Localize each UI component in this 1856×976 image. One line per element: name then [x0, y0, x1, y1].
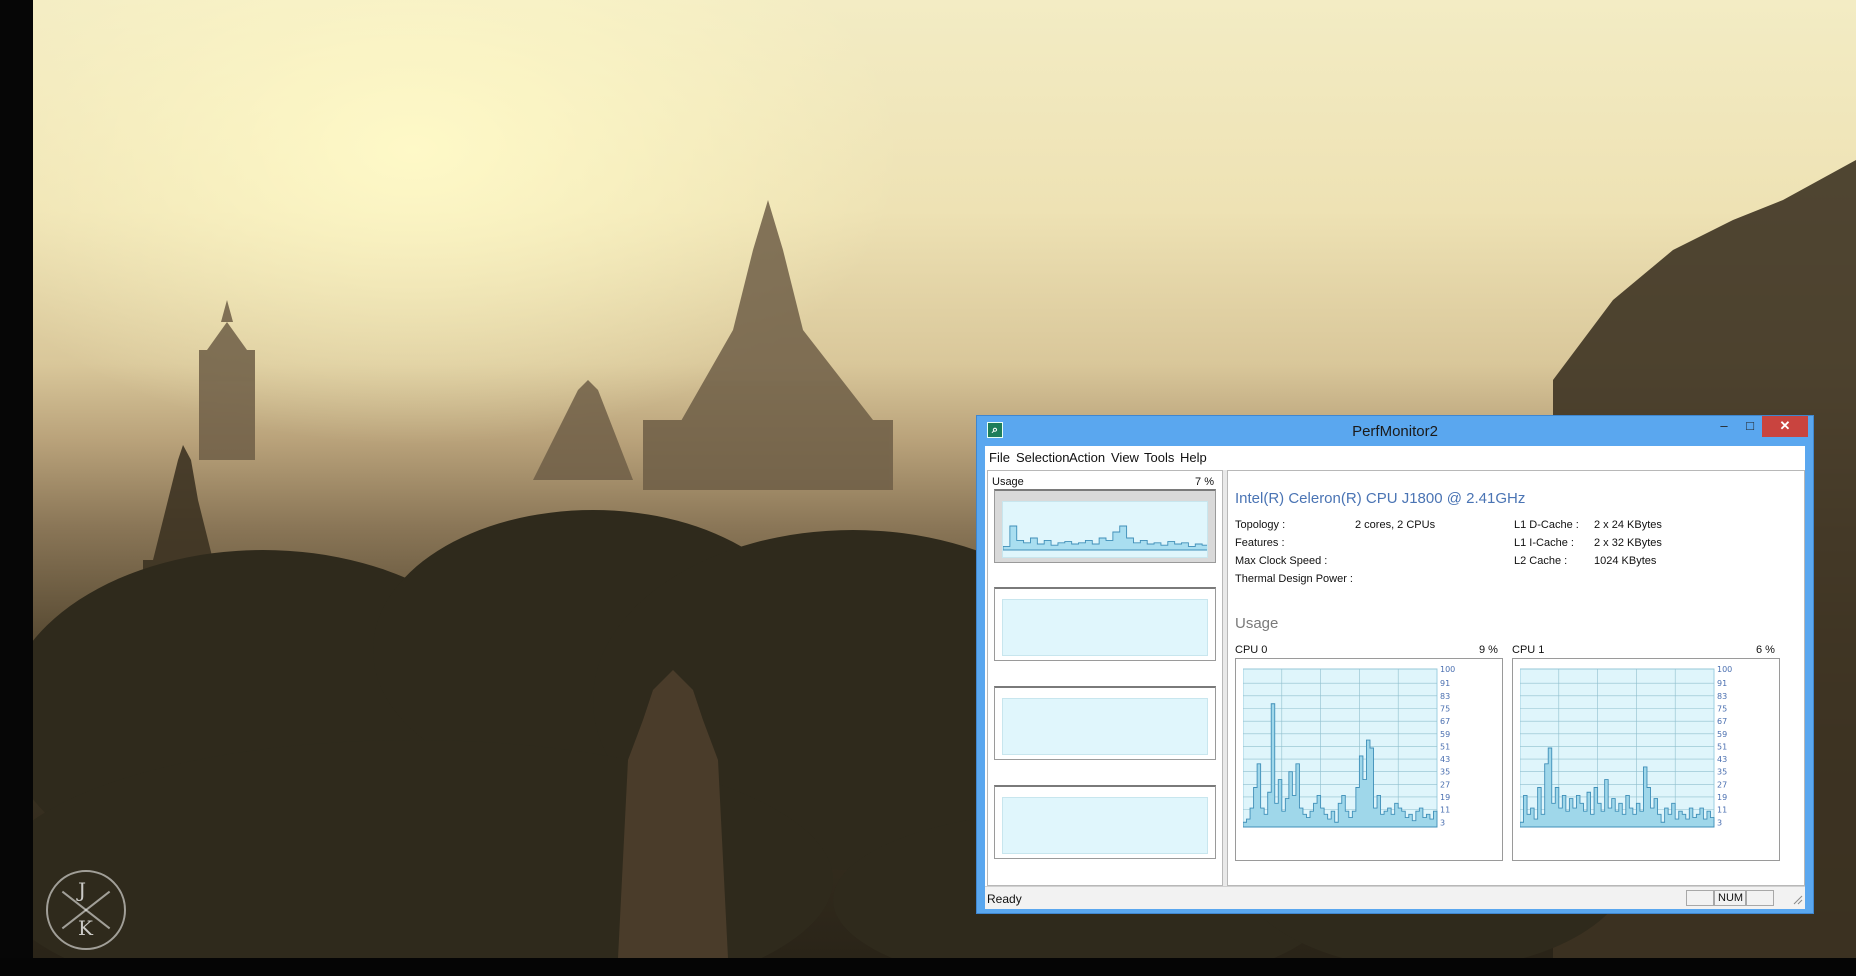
perfmonitor-window[interactable]: ⌕ PerfMonitor2 – □ ✕ File Selection Acti… [976, 415, 1814, 914]
y-tick-label: 75 [1717, 705, 1727, 714]
screen-left-edge [0, 0, 33, 976]
y-tick-label: 59 [1717, 730, 1727, 739]
y-tick-label: 11 [1717, 806, 1727, 815]
cpu-thumbnail-3[interactable] [994, 785, 1216, 859]
y-tick-label: 67 [1440, 717, 1450, 726]
y-tick-label: 3 [1717, 818, 1722, 827]
screen-bottom-edge [0, 958, 1856, 976]
thumbnail-graph-area [1002, 797, 1208, 854]
y-tick-label: 27 [1440, 780, 1450, 789]
y-tick-label: 11 [1440, 806, 1450, 815]
status-text: Ready [987, 892, 1022, 906]
cpu-thumbnail-1[interactable] [994, 587, 1216, 661]
menu-file[interactable]: File [989, 450, 1010, 465]
y-tick-label: 100 [1440, 666, 1455, 674]
usage-value: 7 % [1195, 476, 1214, 488]
cpu0-value: 9 % [1479, 644, 1498, 656]
menu-action[interactable]: Action [1069, 450, 1105, 465]
y-tick-label: 27 [1717, 780, 1727, 789]
y-tick-label: 59 [1440, 730, 1450, 739]
resize-grip-icon[interactable] [1791, 893, 1803, 905]
y-tick-label: 3 [1440, 818, 1445, 827]
usage-section-title: Usage [1235, 615, 1279, 632]
menu-tools[interactable]: Tools [1144, 450, 1174, 465]
cpu-detail-pane: Intel(R) Celeron(R) CPU J1800 @ 2.41GHz … [1227, 470, 1805, 886]
y-tick-label: 91 [1440, 679, 1450, 688]
status-bar: Ready NUM [985, 886, 1805, 909]
num-lock-indicator: NUM [1714, 890, 1746, 906]
y-tick-label: 43 [1440, 755, 1450, 764]
usage-label: Usage [992, 476, 1024, 488]
cpu0-label: CPU 0 [1235, 644, 1268, 656]
status-cell-empty [1686, 890, 1714, 906]
jk-logo-icon: JK [46, 870, 126, 950]
y-tick-label: 51 [1440, 742, 1450, 751]
l2-cache-label: L2 Cache : [1514, 555, 1568, 567]
y-tick-label: 35 [1717, 768, 1727, 777]
l1d-cache-label: L1 D-Cache : [1514, 519, 1579, 531]
cpu-thumbnail-2[interactable] [994, 686, 1216, 760]
y-tick-label: 75 [1440, 705, 1450, 714]
cpu1-value: 6 % [1756, 644, 1775, 656]
topology-value: 2 cores, 2 CPUs [1355, 519, 1436, 531]
l1i-cache-label: L1 I-Cache : [1514, 537, 1574, 549]
cpu1-chart: 100 91 83 75 67 59 51 43 35 27 19 11 3 [1512, 658, 1780, 861]
y-tick-label: 83 [1717, 692, 1727, 701]
y-tick-label: 35 [1440, 768, 1450, 777]
window-title: PerfMonitor2 [1352, 423, 1438, 440]
usage-thumbnail[interactable] [994, 489, 1216, 563]
max-clock-label: Max Clock Speed : [1235, 555, 1328, 567]
title-bar[interactable]: ⌕ PerfMonitor2 – □ ✕ [977, 416, 1813, 446]
y-tick-label: 91 [1717, 679, 1727, 688]
menu-help[interactable]: Help [1180, 450, 1207, 465]
menu-view[interactable]: View [1111, 450, 1139, 465]
mini-usage-series [1003, 525, 1207, 551]
client-area: File Selection Action View Tools Help Us… [985, 446, 1805, 886]
cpu0-chart-svg: 100 91 83 75 67 59 51 43 35 27 19 11 3 [1243, 666, 1455, 828]
features-label: Features : [1235, 537, 1285, 549]
thumbnail-graph-area [1002, 599, 1208, 656]
status-cell-empty [1746, 890, 1774, 906]
y-tick-label: 19 [1717, 793, 1727, 802]
cpu1-chart-svg: 100 91 83 75 67 59 51 43 35 27 19 11 3 [1520, 666, 1732, 828]
y-tick-label: 19 [1440, 793, 1450, 802]
l2-cache-value: 1024 KBytes [1594, 555, 1657, 567]
y-tick-label: 43 [1717, 755, 1727, 764]
cpu1-label: CPU 1 [1512, 644, 1545, 656]
y-tick-label: 83 [1440, 692, 1450, 701]
l1i-cache-value: 2 x 32 KBytes [1594, 537, 1662, 549]
cpu0-chart: 100 91 83 75 67 59 51 43 35 27 19 11 3 [1235, 658, 1503, 861]
cpu-list-pane[interactable]: Usage 7 % [987, 470, 1223, 886]
thumbnail-graph-area [1002, 698, 1208, 755]
cpu-name: Intel(R) Celeron(R) CPU J1800 @ 2.41GHz [1235, 490, 1526, 507]
y-tick-label: 67 [1717, 717, 1727, 726]
minimize-button[interactable]: – [1711, 416, 1737, 437]
menu-bar: File Selection Action View Tools Help [985, 446, 1805, 468]
maximize-button[interactable]: □ [1737, 416, 1763, 437]
topology-label: Topology : [1235, 519, 1286, 531]
menu-selection[interactable]: Selection [1016, 450, 1069, 465]
l1d-cache-value: 2 x 24 KBytes [1594, 519, 1662, 531]
tdp-label: Thermal Design Power : [1235, 573, 1353, 585]
close-button[interactable]: ✕ [1762, 416, 1808, 437]
usage-mini-graph [1002, 501, 1208, 558]
y-tick-label: 51 [1717, 742, 1727, 751]
y-tick-label: 100 [1717, 666, 1732, 674]
